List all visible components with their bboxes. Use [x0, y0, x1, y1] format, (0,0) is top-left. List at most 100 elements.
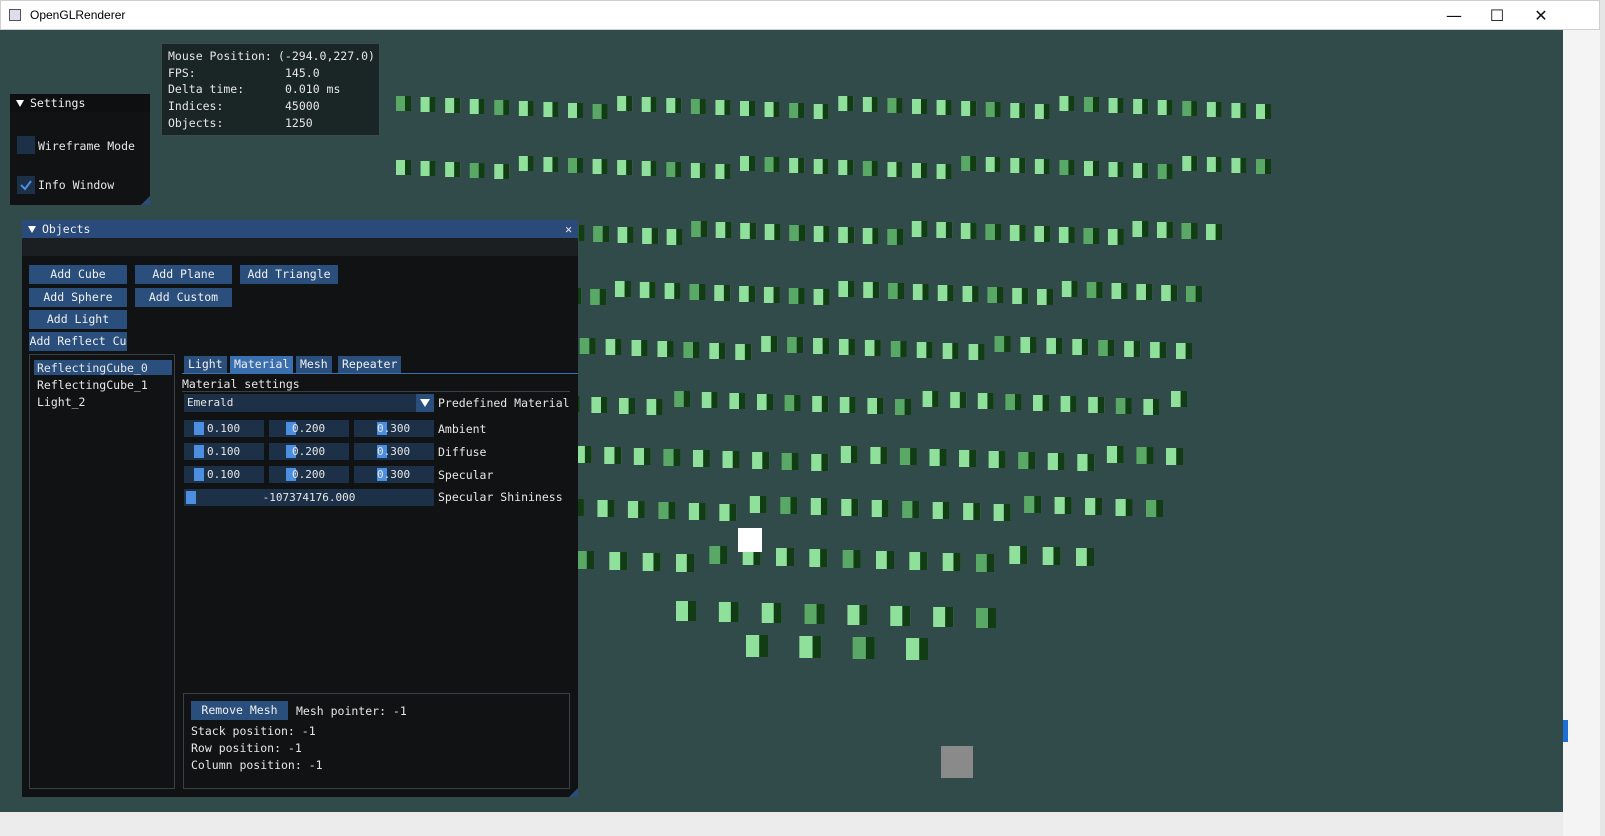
cube: [674, 391, 691, 407]
panel-menubar: [22, 238, 578, 256]
objects-header[interactable]: Objects ✕: [22, 220, 578, 238]
close-window-button[interactable]: ✕: [1518, 1, 1564, 30]
cube: [1115, 499, 1133, 516]
tab-repeater[interactable]: Repeater: [338, 356, 402, 373]
resize-grip-icon[interactable]: [569, 788, 578, 797]
cube: [789, 225, 806, 241]
info-value: 0.010 ms: [285, 82, 341, 97]
slider-value: 0.300: [377, 445, 411, 458]
cube: [847, 605, 868, 625]
add-cube-button[interactable]: Add Cube: [29, 265, 127, 284]
maximize-button[interactable]: ☐: [1474, 1, 1520, 30]
cube: [1061, 281, 1078, 297]
specular-shininess-slider[interactable]: -107374176.000: [184, 489, 434, 506]
predefined-material-select[interactable]: Emerald: [184, 394, 434, 412]
cube: [1009, 225, 1026, 241]
tab-light[interactable]: Light: [184, 356, 227, 373]
dropdown-arrow-icon[interactable]: [416, 394, 434, 412]
cube: [804, 604, 825, 624]
cube: [591, 397, 608, 413]
cube: [1084, 161, 1099, 176]
cube: [942, 553, 961, 571]
info-window-checkbox[interactable]: [17, 176, 35, 194]
predefined-material-label: Predefined Material: [438, 396, 570, 410]
cube: [1083, 228, 1100, 244]
list-item[interactable]: Light_2: [37, 395, 85, 409]
collapse-triangle-icon[interactable]: [28, 226, 36, 233]
cube: [961, 101, 977, 116]
cube: [1186, 286, 1202, 302]
object-list: ReflectingCube_0 ReflectingCube_1 Light_…: [29, 354, 175, 789]
wireframe-checkbox[interactable]: [17, 136, 35, 154]
resize-grip-icon[interactable]: [141, 196, 150, 205]
window-titlebar[interactable]: OpenGLRenderer — ☐ ✕: [0, 0, 1600, 30]
specular-b-slider[interactable]: 0.300: [354, 466, 434, 483]
cube: [642, 553, 661, 571]
list-item[interactable]: ReflectingCube_0: [37, 361, 148, 375]
cube: [864, 340, 881, 356]
stack-position-text: Stack position: -1: [191, 724, 316, 738]
cube: [784, 395, 801, 411]
add-reflect-cube-button[interactable]: Add Reflect Cu: [29, 332, 127, 351]
cube: [1133, 163, 1149, 178]
info-row-delta: Delta time: 0.010 ms: [168, 82, 375, 99]
cube: [1157, 164, 1173, 179]
cube: [1115, 398, 1132, 414]
add-triangle-button[interactable]: Add Triangle: [240, 265, 338, 284]
add-plane-button[interactable]: Add Plane: [135, 265, 232, 284]
add-light-button[interactable]: Add Light: [29, 310, 127, 329]
cube: [1124, 341, 1141, 357]
cube: [840, 446, 858, 463]
cube: [764, 224, 781, 240]
cube: [676, 601, 696, 621]
ambient-r-slider[interactable]: 0.100: [184, 420, 264, 437]
cube: [976, 554, 994, 572]
cube: [839, 397, 856, 413]
cube: [862, 228, 879, 244]
cube: [597, 500, 615, 517]
material-settings-label: Material settings: [182, 377, 300, 391]
minimize-button[interactable]: —: [1431, 1, 1477, 30]
cube: [1181, 223, 1198, 239]
diffuse-g-slider[interactable]: 0.200: [269, 443, 349, 460]
diffuse-r-slider[interactable]: 0.100: [184, 443, 264, 460]
cube: [1010, 158, 1026, 173]
slider-grab[interactable]: [194, 445, 204, 458]
cube: [895, 399, 911, 415]
cube: [781, 453, 799, 470]
collapse-triangle-icon[interactable]: [16, 100, 24, 107]
slider-grab[interactable]: [194, 422, 204, 435]
cube: [718, 602, 739, 622]
cube: [871, 500, 889, 517]
cube: [960, 223, 977, 239]
ambient-b-slider[interactable]: 0.300: [354, 420, 434, 437]
remove-mesh-button[interactable]: Remove Mesh: [191, 701, 288, 720]
settings-header[interactable]: Settings: [10, 94, 150, 112]
list-item[interactable]: ReflectingCube_1: [37, 378, 148, 392]
specular-r-slider[interactable]: 0.100: [184, 466, 264, 483]
tab-mesh[interactable]: Mesh: [296, 356, 332, 373]
cube: [691, 221, 708, 237]
cube: [690, 163, 706, 178]
specular-g-slider[interactable]: 0.200: [269, 466, 349, 483]
close-panel-icon[interactable]: ✕: [565, 220, 572, 238]
cube: [1231, 103, 1247, 118]
slider-grab[interactable]: [194, 468, 204, 481]
tab-material[interactable]: Material: [230, 356, 294, 373]
info-label: FPS:: [168, 65, 196, 80]
cube: [933, 607, 954, 627]
cube: [676, 554, 694, 572]
cube: [543, 102, 559, 117]
cube: [749, 496, 767, 513]
separator: [182, 391, 570, 392]
ambient-g-slider[interactable]: 0.200: [269, 420, 349, 437]
add-custom-button[interactable]: Add Custom: [135, 288, 232, 307]
cube: [604, 447, 622, 464]
add-sphere-button[interactable]: Add Sphere: [29, 288, 127, 307]
cube: [1146, 500, 1163, 517]
cube: [494, 164, 510, 179]
slider-value: 0.100: [207, 422, 241, 435]
diffuse-b-slider[interactable]: 0.300: [354, 443, 434, 460]
cube: [1161, 285, 1178, 301]
cube: [627, 501, 645, 518]
